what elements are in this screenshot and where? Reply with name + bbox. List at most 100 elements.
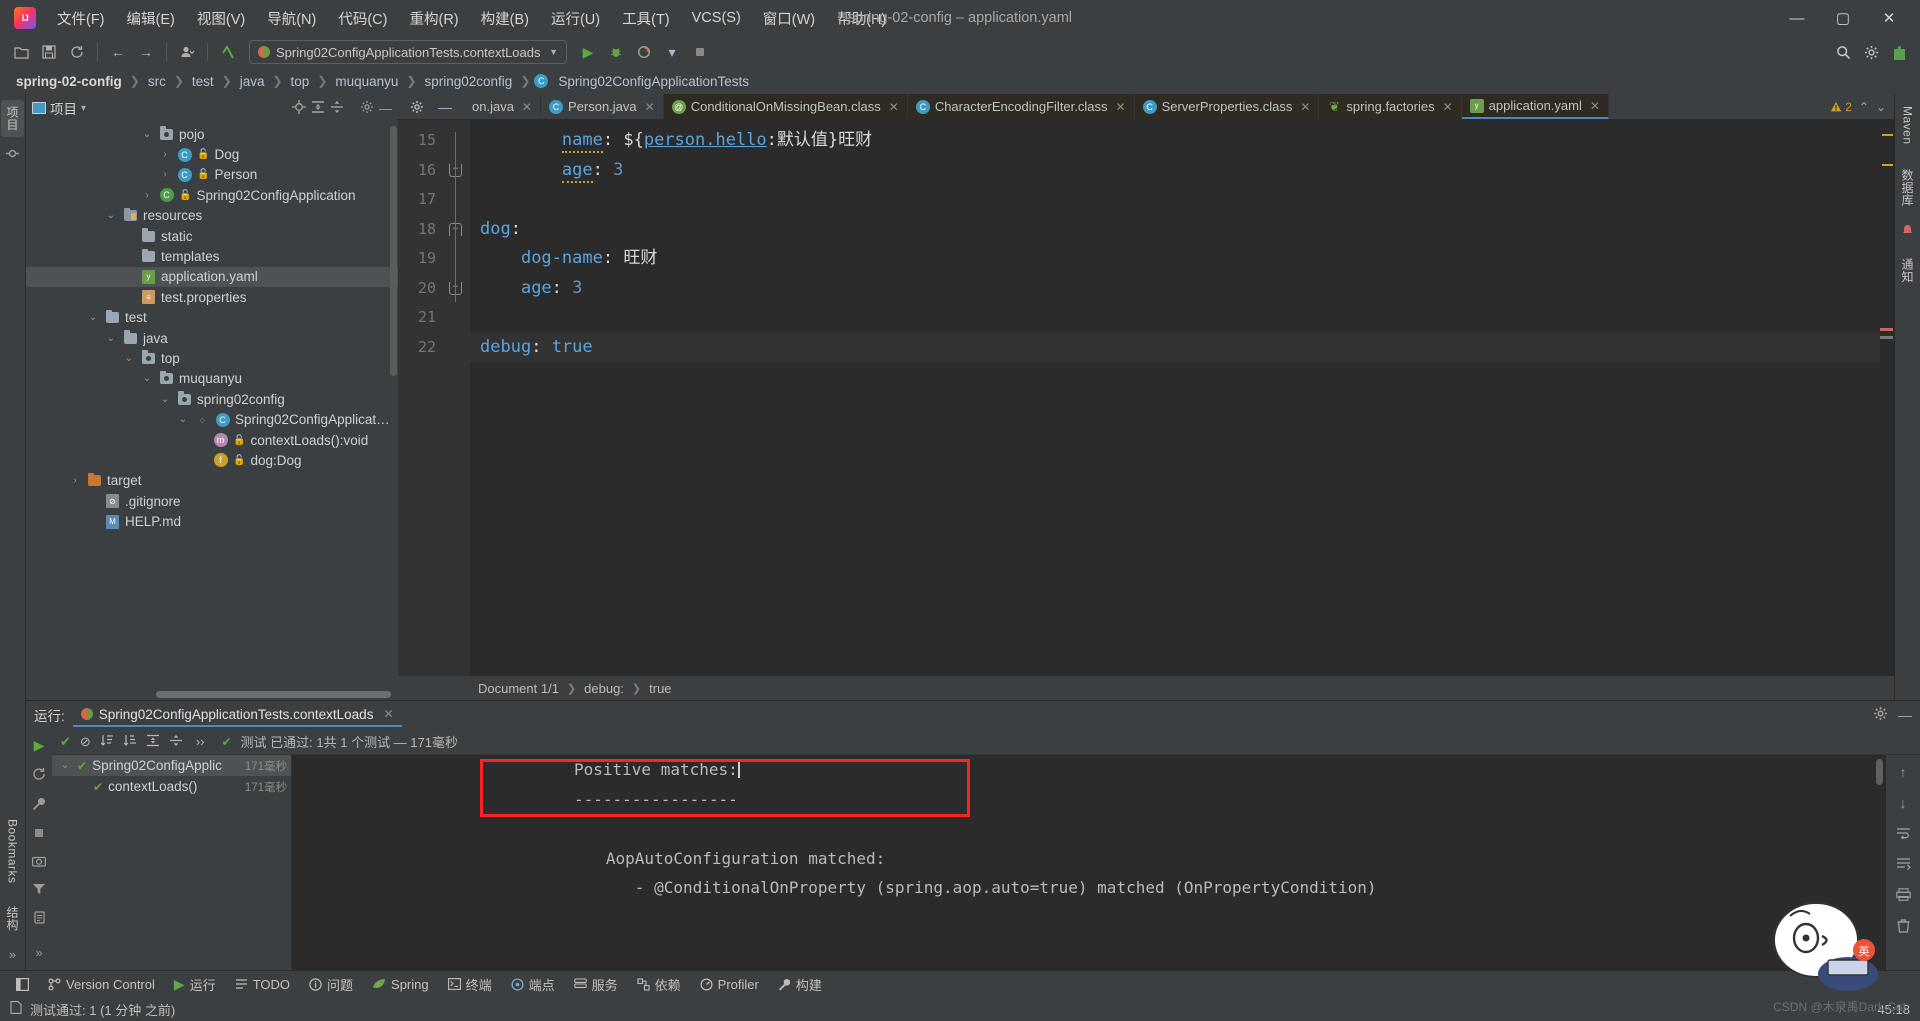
test-node-spring02configapplic[interactable]: ⌄✔Spring02ConfigApplic171毫秒 (52, 755, 291, 776)
editor-marker-bar[interactable] (1880, 120, 1894, 676)
next-problem-icon[interactable]: ⌄ (1876, 100, 1886, 114)
test-tree[interactable]: ⌄✔Spring02ConfigApplic171毫秒✔contextLoads… (52, 755, 292, 970)
code-line-21[interactable] (470, 303, 1880, 333)
plugin-icon[interactable] (1886, 40, 1912, 64)
run-marker-icon[interactable]: ○ (195, 415, 210, 425)
editor-tab-application-yaml[interactable]: yapplication.yaml✕ (1462, 94, 1609, 119)
editor-tabs[interactable]: on.java✕CPerson.java✕@ConditionalOnMissi… (464, 94, 1822, 119)
editor-tab-characterencodingfilter-class[interactable]: CCharacterEncodingFilter.class✕ (908, 94, 1135, 119)
close-icon[interactable]: ✕ (1116, 100, 1126, 114)
chevron-down-icon[interactable]: ⌄ (86, 312, 100, 323)
gear-icon[interactable] (404, 95, 430, 119)
tree-node-application-yaml[interactable]: yapplication.yaml (26, 267, 398, 287)
chevron-right-icon[interactable]: › (158, 149, 172, 160)
tree-node-java[interactable]: ⌄java (26, 328, 398, 348)
gear-icon[interactable] (360, 100, 374, 117)
status-item-terminal[interactable]: 终端 (440, 973, 500, 996)
editor-tab-spring-factories[interactable]: ❦spring.factories✕ (1319, 94, 1461, 119)
sidebar-item-notifications[interactable]: 通知 (1896, 252, 1919, 289)
tree-node-top[interactable]: ⌄top (26, 348, 398, 368)
tree-node-test[interactable]: ⌄test (26, 308, 398, 328)
breadcrumb-item-top[interactable]: top (287, 73, 314, 90)
close-icon[interactable]: ✕ (522, 100, 532, 114)
save-all-icon[interactable] (36, 40, 62, 64)
code-line-16[interactable]: age: 3 (470, 156, 1880, 186)
chevron-down-icon[interactable]: ⌄ (104, 210, 118, 221)
soft-wrap-icon[interactable] (1896, 826, 1911, 842)
profile-icon[interactable] (174, 40, 200, 64)
gear-icon[interactable] (1873, 706, 1888, 724)
export-icon[interactable] (33, 911, 46, 927)
close-icon[interactable]: ✕ (1443, 100, 1453, 114)
rerun-failed-icon[interactable] (32, 767, 46, 784)
tree-node-dog-dog[interactable]: f🔓dog:Dog (26, 450, 398, 470)
expand-all-icon[interactable] (311, 100, 325, 117)
sidebar-item-project[interactable]: 项目 (1, 100, 24, 137)
sidebar-item-structure[interactable]: 结构 (1, 900, 24, 937)
open-folder-icon[interactable] (8, 40, 34, 64)
camera-icon[interactable] (32, 855, 46, 870)
test-node-contextloads-[interactable]: ✔contextLoads()171毫秒 (52, 776, 291, 797)
gear-icon[interactable] (1858, 40, 1884, 64)
debug-button[interactable] (603, 40, 629, 64)
status-item-services[interactable]: 服务 (566, 973, 626, 996)
more-icon[interactable]: ›› (196, 734, 205, 749)
tree-node-test-properties[interactable]: ≡test.properties (26, 287, 398, 307)
menu-help[interactable]: 帮助(H) (826, 4, 897, 33)
status-item-profiler[interactable]: Profiler (692, 975, 767, 994)
console-scrollbar[interactable] (1876, 759, 1883, 785)
breadcrumb-item-test[interactable]: test (188, 73, 218, 90)
trash-icon[interactable] (1897, 919, 1910, 936)
filter-icon[interactable] (32, 883, 46, 898)
tree-node-contextloads-void[interactable]: m🔓contextLoads():void (26, 430, 398, 450)
chevron-right-icon[interactable]: › (68, 475, 82, 486)
status-item-build[interactable]: 构建 (770, 973, 830, 996)
chevron-down-icon[interactable]: ⌄ (140, 129, 154, 140)
tree-node-person[interactable]: ›C🔓Person (26, 165, 398, 185)
more-vtabs-icon[interactable]: » (9, 947, 16, 962)
line-number-20[interactable]: 20− (398, 274, 470, 304)
sync-icon[interactable] (64, 40, 90, 64)
commit-icon[interactable] (6, 147, 19, 163)
code-content[interactable]: name: ${person.hello:默认值}旺财 age: 3 dog: … (470, 120, 1880, 676)
status-item-problems[interactable]: 问题 (301, 973, 361, 996)
tree-node-pojo[interactable]: ⌄pojo (26, 124, 398, 144)
status-item-dependencies[interactable]: 依赖 (629, 973, 689, 996)
project-tree-hscrollbar[interactable] (156, 691, 391, 698)
menu-tools[interactable]: 工具(T) (611, 4, 681, 33)
chevron-down-icon[interactable]: ⌄ (140, 373, 154, 384)
tree-node-target[interactable]: ›target (26, 471, 398, 491)
branch-checkmark-icon[interactable] (215, 40, 241, 64)
chevron-down-icon[interactable]: ⌄ (158, 394, 172, 405)
close-icon[interactable]: ✕ (1590, 99, 1600, 113)
status-left-toggle[interactable] (8, 976, 37, 993)
tree-node--gitignore[interactable]: ⊘.gitignore (26, 491, 398, 511)
hide-editor-icon[interactable]: — (432, 95, 458, 119)
menu-view[interactable]: 视图(V) (186, 4, 256, 33)
menu-window[interactable]: 窗口(W) (752, 4, 826, 33)
menu-code[interactable]: 代码(C) (327, 4, 398, 33)
menu-file[interactable]: 文件(F) (46, 4, 116, 33)
print-icon[interactable] (1896, 888, 1911, 904)
status-item-spring[interactable]: Spring (364, 975, 437, 994)
run-configuration-selector[interactable]: Spring02ConfigApplicationTests.contextLo… (249, 40, 567, 64)
hide-panel-icon[interactable]: — (379, 101, 392, 116)
breadcrumb-item-spring02config[interactable]: spring02config (421, 73, 517, 90)
line-number-17[interactable]: 17 (398, 185, 470, 215)
menu-refactor[interactable]: 重构(R) (398, 4, 469, 33)
rerun-icon[interactable]: ▶ (34, 737, 45, 754)
locate-icon[interactable] (292, 100, 306, 117)
chevron-right-icon[interactable]: › (158, 169, 172, 180)
chevron-down-icon[interactable]: ⌄ (58, 760, 72, 771)
tree-node-spring02config[interactable]: ⌄spring02config (26, 389, 398, 409)
yaml-path-value[interactable]: true (649, 681, 671, 696)
hide-panel-icon[interactable]: — (1898, 707, 1912, 723)
tree-node-spring02configapplicationtests[interactable]: ⌄○CSpring02ConfigApplicationTests (26, 409, 398, 429)
minimize-button[interactable]: — (1774, 3, 1820, 33)
tree-node-muquanyu[interactable]: ⌄muquanyu (26, 369, 398, 389)
breadcrumb-item-class[interactable]: Spring02ConfigApplicationTests (554, 73, 753, 90)
warning-marker[interactable] (1882, 164, 1893, 166)
code-line-17[interactable] (470, 185, 1880, 215)
tree-node-resources[interactable]: ⌄resources (26, 206, 398, 226)
status-item-version-control[interactable]: Version Control (40, 975, 163, 994)
